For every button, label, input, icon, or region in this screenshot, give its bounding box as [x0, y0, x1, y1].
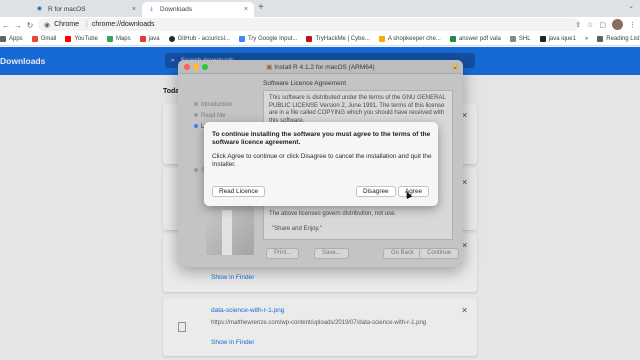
- reading-list[interactable]: Reading List: [597, 36, 640, 42]
- installer-title: ▣ Install R 4.1.2 for macOS (ARM64): [266, 64, 375, 71]
- go-back-button[interactable]: Go Back: [383, 248, 423, 259]
- bookmark-answer-pdf[interactable]: answer pdf vala: [449, 36, 501, 42]
- bookmark-youtube[interactable]: YouTube: [65, 36, 98, 42]
- bookmark-favicon-icon: [449, 36, 456, 42]
- licence-agreement-sheet: To continue installing the software you …: [204, 122, 438, 206]
- toolbar-actions: ⇪ ☆ ▢ ⋮: [575, 19, 636, 30]
- toolbar: ← → ↻ ◉ Chrome | chrome://downloads ⇪ ☆ …: [0, 17, 640, 33]
- save-button[interactable]: Save...: [314, 248, 349, 259]
- divider: |: [86, 21, 88, 28]
- read-licence-button[interactable]: Read Licence: [212, 186, 266, 197]
- step-dot-icon: [194, 102, 198, 106]
- bookmark-shl[interactable]: SHL: [509, 36, 531, 42]
- tab-label: Downloads: [160, 6, 193, 13]
- agree-button[interactable]: Agree: [398, 186, 430, 197]
- extensions-icon[interactable]: ▢: [599, 21, 606, 29]
- back-arrow-icon[interactable]: ←: [0, 21, 12, 30]
- more-bookmarks-chevron-icon[interactable]: »: [585, 36, 588, 42]
- licence-text-quote: "Share and Enjoy.": [272, 226, 322, 232]
- licence-text: This software is distributed under the t…: [269, 95, 446, 124]
- maps-icon: [106, 36, 113, 42]
- installer-button-row: Print... Save... Go Back Continue: [178, 248, 463, 262]
- sheet-title: To continue installing the software you …: [212, 131, 431, 146]
- bookmark-java[interactable]: java: [139, 36, 160, 42]
- tab-close-icon[interactable]: ×: [132, 6, 136, 13]
- bookmark-favicon-icon: [539, 36, 546, 42]
- chrome-icon: ◉: [44, 21, 51, 29]
- step-introduction: Introduction: [194, 102, 232, 108]
- step-read-me: Read Me: [194, 113, 225, 119]
- url-text: chrome://downloads: [91, 21, 155, 28]
- continue-button[interactable]: Continue: [419, 248, 460, 259]
- google-icon: [238, 36, 245, 42]
- address-bar[interactable]: ◉ Chrome | chrome://downloads: [38, 18, 580, 31]
- tab-r-for-macos[interactable]: ◉ R for macOS ×: [30, 2, 142, 17]
- bookmark-java-ique[interactable]: java ique1: [539, 36, 576, 42]
- reading-list-icon: [597, 36, 604, 42]
- bookmark-maps[interactable]: Maps: [106, 36, 131, 42]
- step-dot-icon: [194, 168, 198, 172]
- bookmark-star-icon[interactable]: ☆: [587, 21, 593, 29]
- sheet-message: Click Agree to continue or click Disagre…: [212, 153, 432, 168]
- disagree-button[interactable]: Disagree: [356, 186, 396, 197]
- new-tab-button[interactable]: +: [258, 2, 264, 13]
- tab-close-icon[interactable]: ×: [244, 6, 248, 13]
- tab-downloads[interactable]: ⤓ Downloads ×: [142, 2, 254, 17]
- print-button[interactable]: Print...: [266, 248, 300, 259]
- bookmark-shopkeeper[interactable]: A shopkeeper che...: [378, 36, 441, 42]
- download-icon: ⤓: [150, 6, 153, 12]
- tab-search-icon[interactable]: ⌄: [628, 2, 634, 10]
- bookmark-favicon-icon: [378, 36, 385, 42]
- java-icon: [139, 36, 146, 42]
- github-icon: [168, 36, 175, 42]
- tab-strip: ◉ R for macOS × ⤓ Downloads × + ⌄: [0, 0, 640, 17]
- share-icon[interactable]: ⇪: [575, 21, 581, 29]
- avatar[interactable]: [612, 19, 623, 30]
- apps-grid-icon: [0, 36, 6, 42]
- bookmark-apps[interactable]: Apps: [0, 36, 23, 42]
- bookmark-google-input[interactable]: Try Google Input...: [238, 36, 297, 42]
- bookmark-favicon-icon: [509, 36, 516, 42]
- forward-arrow-icon[interactable]: →: [12, 21, 24, 30]
- site-chip: Chrome: [54, 21, 80, 28]
- bookmark-gmail[interactable]: Gmail: [31, 36, 56, 42]
- bookmark-github[interactable]: GitHub - accuricsl...: [168, 36, 230, 42]
- tab-label: R for macOS: [48, 6, 86, 13]
- tryhackme-icon: [306, 36, 313, 42]
- menu-icon[interactable]: ⋮: [629, 21, 636, 29]
- package-icon: ▣: [266, 64, 273, 71]
- licence-heading: Software Licence Agreement: [263, 80, 347, 87]
- gmail-icon: [31, 36, 38, 42]
- reload-icon[interactable]: ↻: [24, 21, 36, 30]
- step-dot-icon: [194, 113, 198, 117]
- bookmarks-bar: Apps Gmail YouTube Maps java GitHub - ac…: [0, 33, 640, 46]
- bookmark-tryhackme[interactable]: TryHackMe | Cybe...: [306, 36, 370, 42]
- licence-text-tail: The above licenses govern distribution, …: [269, 211, 397, 217]
- step-dot-icon: [194, 124, 198, 128]
- lock-icon[interactable]: 🔒: [452, 63, 459, 70]
- installer-titlebar: ▣ Install R 4.1.2 for macOS (ARM64) 🔒: [178, 60, 463, 74]
- youtube-icon: [65, 36, 72, 42]
- r-favicon-icon: ◉: [36, 6, 43, 12]
